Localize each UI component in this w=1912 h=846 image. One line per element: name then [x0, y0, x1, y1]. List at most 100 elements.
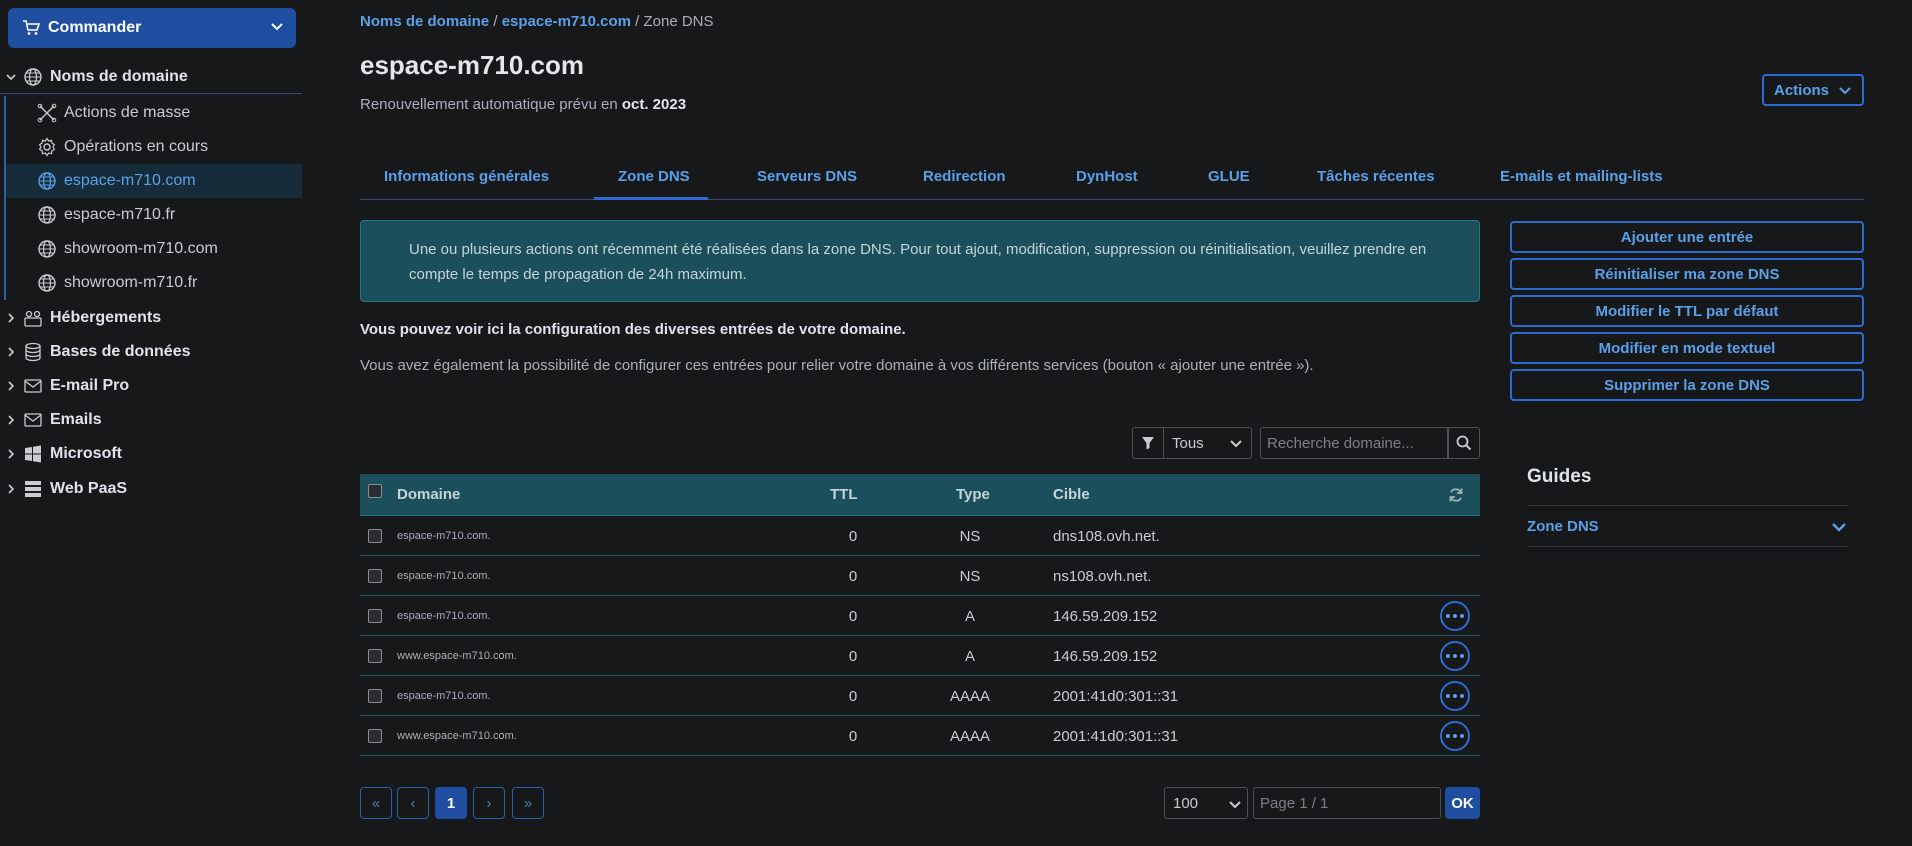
tab-recent-tasks[interactable]: Tâches récentes: [1317, 168, 1435, 185]
page-title: espace-m710.com: [360, 50, 585, 80]
stack-icon: [22, 479, 44, 499]
table-row: www.espace-m710.com. 0 A 146.59.209.152: [360, 636, 1480, 676]
search-button[interactable]: [1448, 427, 1480, 459]
refresh-icon[interactable]: [1448, 487, 1464, 503]
description-text: Vous avez également la possibilité de co…: [360, 357, 1314, 374]
more-icon: [1446, 694, 1464, 698]
cart-icon: [22, 20, 40, 36]
table-row: espace-m710.com. 0 AAAA 2001:41d0:301::3…: [360, 676, 1480, 716]
cell-type: NS: [959, 568, 981, 585]
sidebar-item-bulk-actions[interactable]: Actions de masse: [4, 96, 302, 130]
type-filter-value: Tous: [1172, 434, 1204, 452]
tab-general-info[interactable]: Informations générales: [384, 168, 549, 185]
breadcrumb-link-domains[interactable]: Noms de domaine: [360, 13, 489, 30]
current-page-button[interactable]: 1: [435, 787, 467, 819]
chevron-down-icon: [1229, 800, 1241, 810]
edit-text-mode-button[interactable]: Modifier en mode textuel: [1510, 332, 1864, 364]
add-entry-button[interactable]: Ajouter une entrée: [1510, 221, 1864, 253]
sidebar-item-databases[interactable]: Bases de données: [0, 335, 302, 369]
cell-ttl: 0: [848, 528, 858, 545]
sidebar-item-emails[interactable]: Emails: [0, 403, 302, 437]
row-actions-button[interactable]: [1440, 681, 1470, 711]
globe-icon: [36, 273, 58, 293]
tab-emails-mailing-lists[interactable]: E-mails et mailing-lists: [1500, 168, 1663, 185]
cell-domain: espace-m710.com.: [397, 570, 491, 582]
domain-search-input[interactable]: [1260, 427, 1448, 459]
row-checkbox[interactable]: [368, 689, 382, 703]
more-icon: [1446, 654, 1464, 658]
search-icon: [1456, 435, 1472, 451]
breadcrumb-link-domain[interactable]: espace-m710.com: [502, 13, 631, 30]
cell-domain: espace-m710.com.: [397, 610, 491, 622]
tab-glue[interactable]: GLUE: [1208, 168, 1250, 185]
sidebar-item-email-pro[interactable]: E-mail Pro: [0, 369, 302, 403]
sidebar-item-showroom-m710-com[interactable]: showroom-m710.com: [4, 232, 302, 266]
row-checkbox[interactable]: [368, 609, 382, 623]
actions-button[interactable]: Actions: [1762, 74, 1864, 106]
first-page-button[interactable]: «: [360, 787, 392, 819]
last-page-button[interactable]: »: [512, 787, 544, 819]
row-actions-button[interactable]: [1440, 721, 1470, 751]
select-all-checkbox[interactable]: [368, 484, 382, 498]
type-filter-select[interactable]: Tous: [1164, 427, 1252, 459]
page-size-select[interactable]: 100: [1164, 787, 1248, 819]
row-checkbox[interactable]: [368, 729, 382, 743]
cell-ttl: 0: [848, 648, 858, 665]
sidebar-item-operations[interactable]: Opérations en cours: [4, 130, 302, 164]
cell-type: A: [964, 648, 975, 665]
cell-domain: www.espace-m710.com.: [397, 730, 517, 742]
cell-ttl: 0: [848, 728, 858, 745]
go-to-page-button[interactable]: OK: [1445, 787, 1480, 819]
column-header-type[interactable]: Type: [956, 486, 990, 503]
active-tab-indicator: [594, 197, 708, 200]
next-page-button[interactable]: ›: [473, 787, 505, 819]
row-actions-button[interactable]: [1440, 641, 1470, 671]
table-header: Domaine TTL Type Cible: [360, 474, 1480, 516]
sidebar-item-web-paas[interactable]: Web PaaS: [0, 472, 302, 506]
globe-icon: [36, 205, 58, 225]
page-number-input[interactable]: [1253, 787, 1441, 819]
sidebar-item-domains[interactable]: Noms de domaine: [0, 60, 302, 94]
cell-type: A: [964, 608, 975, 625]
sidebar-item-label: showroom-m710.fr: [64, 274, 198, 291]
chevron-down-icon: [1838, 85, 1852, 97]
row-checkbox[interactable]: [368, 649, 382, 663]
sidebar-item-espace-m710-fr[interactable]: espace-m710.fr: [4, 198, 302, 232]
sidebar-item-label: espace-m710.com: [64, 172, 196, 189]
sidebar-item-label: Opérations en cours: [64, 138, 209, 155]
row-checkbox[interactable]: [368, 529, 382, 543]
column-header-target[interactable]: Cible: [1053, 486, 1090, 503]
cell-ttl: 0: [848, 568, 858, 585]
globe-icon: [36, 239, 58, 259]
delete-zone-button[interactable]: Supprimer la zone DNS: [1510, 369, 1864, 401]
actions-label: Actions: [1774, 81, 1830, 99]
guides-title: Guides: [1527, 466, 1592, 487]
globe-icon: [36, 171, 58, 191]
prev-page-button[interactable]: ‹: [397, 787, 429, 819]
tab-redirection[interactable]: Redirection: [923, 168, 1006, 185]
filter-icon[interactable]: [1132, 427, 1164, 459]
sidebar-item-label: showroom-m710.com: [64, 240, 218, 257]
row-checkbox[interactable]: [368, 569, 382, 583]
cell-target: dns108.ovh.net.: [1053, 528, 1160, 545]
tab-dns-servers[interactable]: Serveurs DNS: [757, 168, 857, 185]
sidebar-item-espace-m710-com[interactable]: espace-m710.com: [4, 164, 302, 198]
dns-records-table: Domaine TTL Type Cible espace-m710.com. …: [360, 474, 1480, 756]
sidebar-item-label: Noms de domaine: [50, 67, 188, 85]
sidebar-item-showroom-m710-fr[interactable]: showroom-m710.fr: [4, 266, 302, 300]
chevron-right-icon: [0, 380, 22, 392]
edit-default-ttl-button[interactable]: Modifier le TTL par défaut: [1510, 295, 1864, 327]
reset-zone-button[interactable]: Réinitialiser ma zone DNS: [1510, 258, 1864, 290]
chevron-down-icon: [270, 20, 284, 34]
globe-icon: [22, 67, 44, 87]
order-button[interactable]: Commander: [8, 8, 296, 48]
column-header-ttl[interactable]: TTL: [830, 486, 858, 503]
sidebar-item-hosting[interactable]: Hébergements: [0, 301, 302, 335]
guides-item-dns-zone[interactable]: Zone DNS: [1527, 505, 1849, 547]
tab-dns-zone[interactable]: Zone DNS: [618, 168, 690, 185]
sidebar-item-microsoft[interactable]: Microsoft: [0, 437, 302, 471]
column-header-domain[interactable]: Domaine: [397, 486, 460, 503]
tab-dynhost[interactable]: DynHost: [1076, 168, 1138, 185]
cell-ttl: 0: [848, 688, 858, 705]
row-actions-button[interactable]: [1440, 601, 1470, 631]
